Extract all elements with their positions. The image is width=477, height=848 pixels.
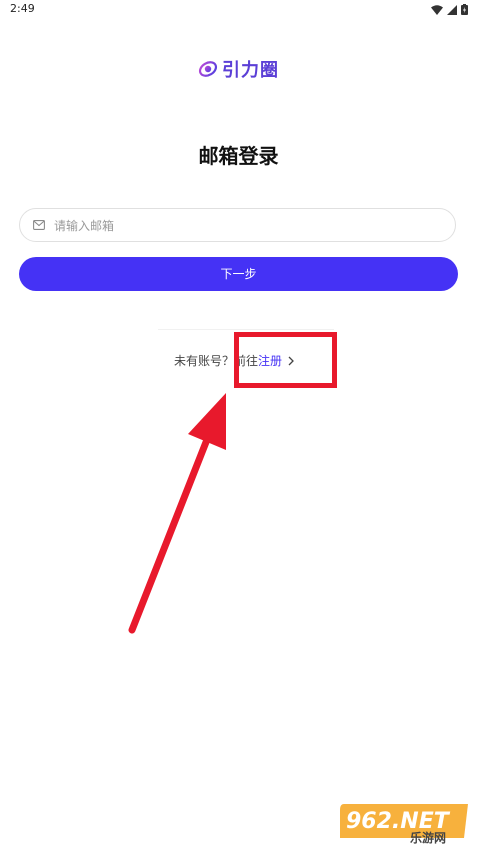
highlight-box	[234, 332, 337, 388]
status-time: 2:49	[10, 2, 35, 15]
battery-icon	[461, 4, 468, 15]
page-title: 邮箱登录	[198, 144, 279, 168]
email-input[interactable]	[52, 209, 446, 243]
logo-text: 引力圈	[222, 60, 279, 81]
mail-icon	[33, 220, 45, 230]
wifi-icon	[431, 4, 443, 15]
watermark-sub: 乐游网	[410, 830, 446, 844]
signal-icon	[447, 4, 457, 15]
divider	[158, 329, 334, 330]
watermark-logo: 962.NET 乐游网	[338, 798, 470, 845]
next-step-button[interactable]: 下一步	[19, 257, 458, 291]
status-bar: 2:49	[0, 0, 477, 20]
app-logo: 引力圈	[198, 56, 279, 82]
orbit-logo-icon	[198, 61, 218, 77]
email-field[interactable]	[19, 208, 456, 243]
status-icons	[431, 4, 468, 15]
red-arrow-annotation	[128, 393, 226, 634]
